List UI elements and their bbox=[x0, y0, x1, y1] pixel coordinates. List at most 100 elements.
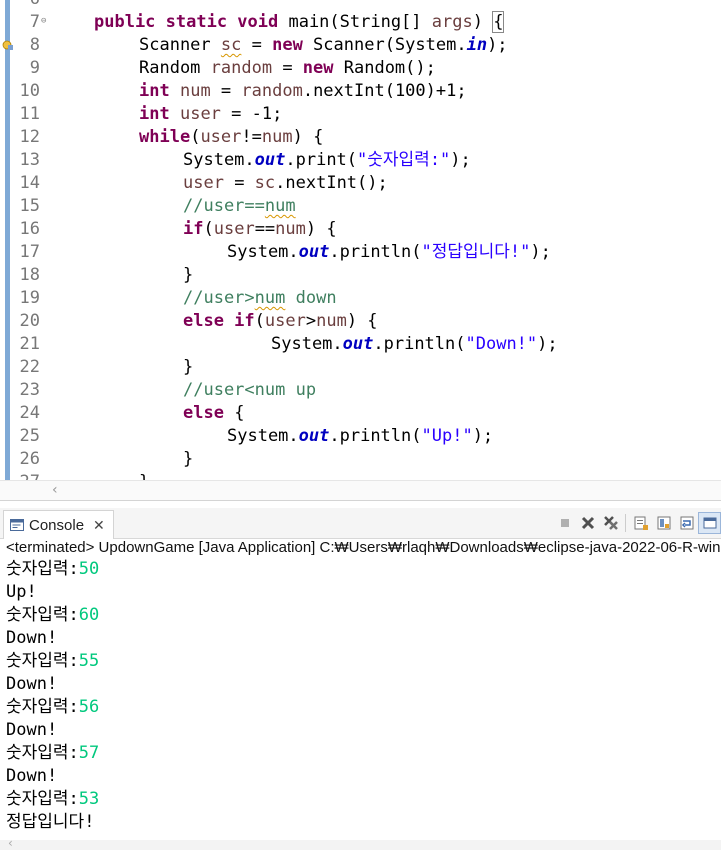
comment-text: //user> bbox=[183, 288, 255, 308]
line-number: 15 bbox=[19, 196, 40, 216]
code-text: = bbox=[210, 81, 242, 101]
keyword: public static void bbox=[94, 12, 279, 32]
editor-horizontal-scrollbar[interactable]: ‹ bbox=[0, 480, 721, 501]
pin-console-button[interactable] bbox=[698, 512, 721, 534]
console-horizontal-scrollbar[interactable]: ‹ bbox=[0, 836, 721, 850]
code-editor[interactable]: 6 7 8 9 10 11 12 13 14 15 16 17 18 19 20… bbox=[0, 0, 721, 480]
console-tab-bar: Console ✕ bbox=[0, 508, 721, 539]
keyword: int bbox=[139, 81, 170, 101]
prompt-label: 숫자입력: bbox=[6, 743, 79, 763]
line-number-gutter: 6 7 8 9 10 11 12 13 14 15 16 17 18 19 20… bbox=[10, 0, 44, 480]
variable: random bbox=[241, 81, 303, 101]
code-line: else { bbox=[183, 402, 244, 425]
tab-console[interactable]: Console ✕ bbox=[3, 510, 114, 539]
keyword: new bbox=[302, 58, 334, 78]
line-number: 17 bbox=[19, 242, 40, 262]
code-text: System. bbox=[227, 242, 299, 262]
code-line: System.out.println("정답입니다!"); bbox=[227, 241, 551, 264]
code-text: .println( bbox=[329, 242, 422, 262]
code-area[interactable]: public static void main(String[] args) {… bbox=[51, 0, 721, 480]
prompt-label: 숫자입력: bbox=[6, 605, 79, 625]
variable: num bbox=[316, 311, 347, 331]
console-prompt-line: 숫자입력:53 bbox=[6, 788, 99, 811]
code-text: ) { bbox=[292, 127, 324, 147]
variable: sc bbox=[220, 35, 242, 55]
user-input-value: 53 bbox=[78, 789, 100, 809]
console-tab-label: Console bbox=[29, 516, 85, 534]
code-line: else if(user>num) { bbox=[183, 310, 378, 333]
line-number: 14 bbox=[19, 173, 40, 193]
console-prompt-line: 숫자입력:55 bbox=[6, 650, 99, 673]
code-text: ); bbox=[450, 150, 471, 170]
scroll-left-arrow-icon[interactable]: ‹ bbox=[52, 482, 58, 498]
code-line: System.out.println("Up!"); bbox=[227, 425, 493, 448]
static-field: out bbox=[342, 334, 374, 354]
keyword: else bbox=[183, 403, 224, 423]
code-line: } bbox=[183, 449, 194, 469]
code-text: ) { bbox=[346, 311, 378, 331]
variable: user bbox=[264, 311, 306, 331]
console-output-line: Down! bbox=[6, 766, 58, 786]
terminate-icon bbox=[560, 519, 569, 527]
code-line: System.out.println("Down!"); bbox=[271, 333, 558, 356]
variable: user bbox=[200, 127, 242, 147]
string-literal: "정답입니다!" bbox=[421, 242, 531, 262]
prompt-label: 숫자입력: bbox=[6, 697, 79, 717]
code-text: Random bbox=[139, 58, 211, 78]
console-prompt-line: 숫자입력:60 bbox=[6, 604, 99, 627]
remove-launch-button[interactable] bbox=[576, 512, 599, 534]
remove-all-terminated-icon bbox=[603, 516, 618, 530]
close-icon[interactable]: ✕ bbox=[93, 517, 105, 534]
user-input-value: 50 bbox=[78, 559, 100, 579]
code-text: Scanner(System. bbox=[302, 35, 467, 55]
line-number: 13 bbox=[19, 150, 40, 170]
code-text: .println( bbox=[373, 334, 466, 354]
variable: user bbox=[179, 104, 221, 124]
prompt-label: 숫자입력: bbox=[6, 651, 79, 671]
keyword: new bbox=[272, 35, 303, 55]
word-wrap-button[interactable] bbox=[675, 512, 698, 534]
line-number: 24 bbox=[19, 403, 40, 423]
remove-all-terminated-button[interactable] bbox=[599, 512, 622, 534]
comment-text: down bbox=[285, 288, 337, 308]
variable: user bbox=[213, 219, 255, 239]
word-wrap-icon bbox=[680, 516, 693, 530]
static-field: in bbox=[466, 35, 488, 55]
code-text: .nextInt(100)+1; bbox=[302, 81, 467, 101]
code-line: user = sc.nextInt(); bbox=[183, 172, 388, 195]
comment-text: num bbox=[254, 288, 286, 308]
line-number: 19 bbox=[19, 288, 40, 308]
static-field: out bbox=[298, 242, 330, 262]
variable: user bbox=[183, 173, 224, 193]
console-toolbar bbox=[553, 512, 721, 534]
code-line: } bbox=[183, 357, 194, 377]
console-prompt-line: 숫자입력:50 bbox=[6, 558, 99, 581]
clear-console-button[interactable] bbox=[629, 512, 652, 534]
code-text: ); bbox=[530, 242, 551, 262]
code-text: ( bbox=[254, 311, 265, 331]
code-line: int num = random.nextInt(100)+1; bbox=[139, 80, 467, 103]
code-line: Scanner sc = new Scanner(System.in); bbox=[139, 34, 508, 57]
keyword: while bbox=[139, 127, 191, 147]
comment-text: //user== bbox=[183, 196, 265, 216]
keyword: else if bbox=[183, 311, 255, 331]
line-number: 26 bbox=[19, 449, 40, 469]
fold-collapse-icon[interactable]: ⊖ bbox=[41, 16, 46, 26]
console-output-line: Down! bbox=[6, 674, 58, 694]
terminate-button[interactable] bbox=[553, 512, 576, 534]
scroll-left-arrow-icon[interactable]: ‹ bbox=[8, 836, 13, 850]
code-line: while(user!=num) { bbox=[139, 126, 323, 149]
keyword: if bbox=[183, 219, 204, 239]
line-number: 20 bbox=[19, 311, 40, 331]
console-output[interactable]: 숫자입력:50 Up! 숫자입력:60 Down! 숫자입력:55 Down! 숫자입력:5… bbox=[6, 558, 99, 834]
code-text: { bbox=[223, 403, 245, 423]
code-text: System. bbox=[227, 426, 299, 446]
code-line: int user = -1; bbox=[139, 103, 282, 126]
scroll-lock-button[interactable] bbox=[652, 512, 675, 534]
prompt-label: 숫자입력: bbox=[6, 789, 79, 809]
code-text: = -1; bbox=[220, 104, 283, 124]
code-text: main(String[] bbox=[278, 12, 432, 32]
line-number: 22 bbox=[19, 357, 40, 377]
